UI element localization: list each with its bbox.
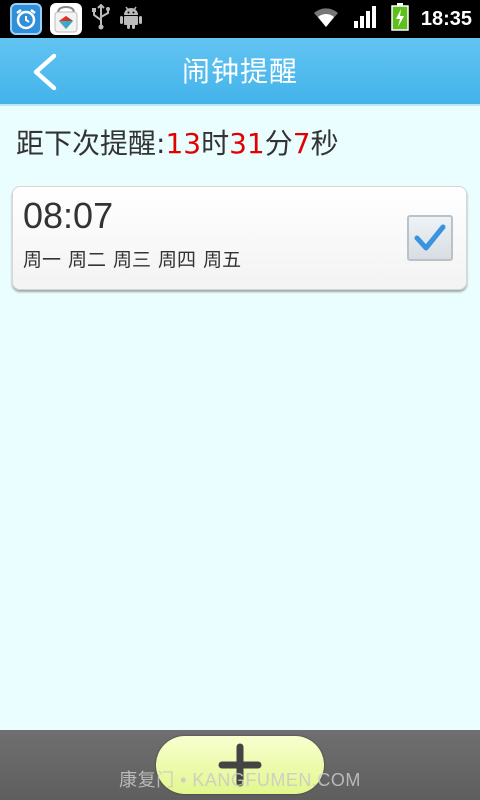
add-alarm-button[interactable] xyxy=(156,736,324,794)
alarm-day: 周三 xyxy=(113,249,152,271)
countdown-hours: 13 xyxy=(165,127,202,160)
android-icon xyxy=(120,5,142,33)
status-time: 18:35 xyxy=(420,7,472,30)
plus-icon xyxy=(218,743,262,787)
countdown-minutes: 31 xyxy=(229,127,265,160)
alarm-clock-icon xyxy=(10,3,42,35)
wifi-icon xyxy=(311,5,341,33)
countdown-label: 距下次提醒: xyxy=(16,127,166,160)
alarm-day: 周二 xyxy=(68,249,107,271)
countdown-seconds-unit: 秒 xyxy=(310,127,339,160)
alarm-item[interactable]: 08:07 周一 周二 周三 周四 周五 xyxy=(12,186,467,290)
countdown-minutes-unit: 分 xyxy=(264,127,293,160)
signal-icon xyxy=(353,5,379,33)
countdown-seconds: 7 xyxy=(292,127,311,160)
alarm-repeat-days: 周一 周二 周三 周四 周五 xyxy=(23,245,248,272)
alarm-enabled-checkbox[interactable] xyxy=(407,215,453,261)
title-bar: 闹钟提醒 xyxy=(0,38,480,106)
checkmark-icon xyxy=(414,224,446,251)
usb-icon xyxy=(90,3,112,34)
alarm-day: 周五 xyxy=(203,249,242,271)
next-alarm-countdown: 距下次提醒:13时31分7秒 xyxy=(16,124,339,164)
countdown-hours-unit: 时 xyxy=(201,127,230,160)
notification-icons xyxy=(10,2,142,36)
alarm-day: 周一 xyxy=(23,249,62,271)
page-title: 闹钟提醒 xyxy=(181,55,298,88)
status-bar: 18:35 xyxy=(0,0,480,38)
alarm-day: 周四 xyxy=(158,249,197,271)
battery-charging-icon xyxy=(391,3,409,35)
alarm-time: 08:07 xyxy=(23,195,114,236)
app-store-icon xyxy=(50,3,82,35)
system-icons: 18:35 xyxy=(311,2,472,36)
